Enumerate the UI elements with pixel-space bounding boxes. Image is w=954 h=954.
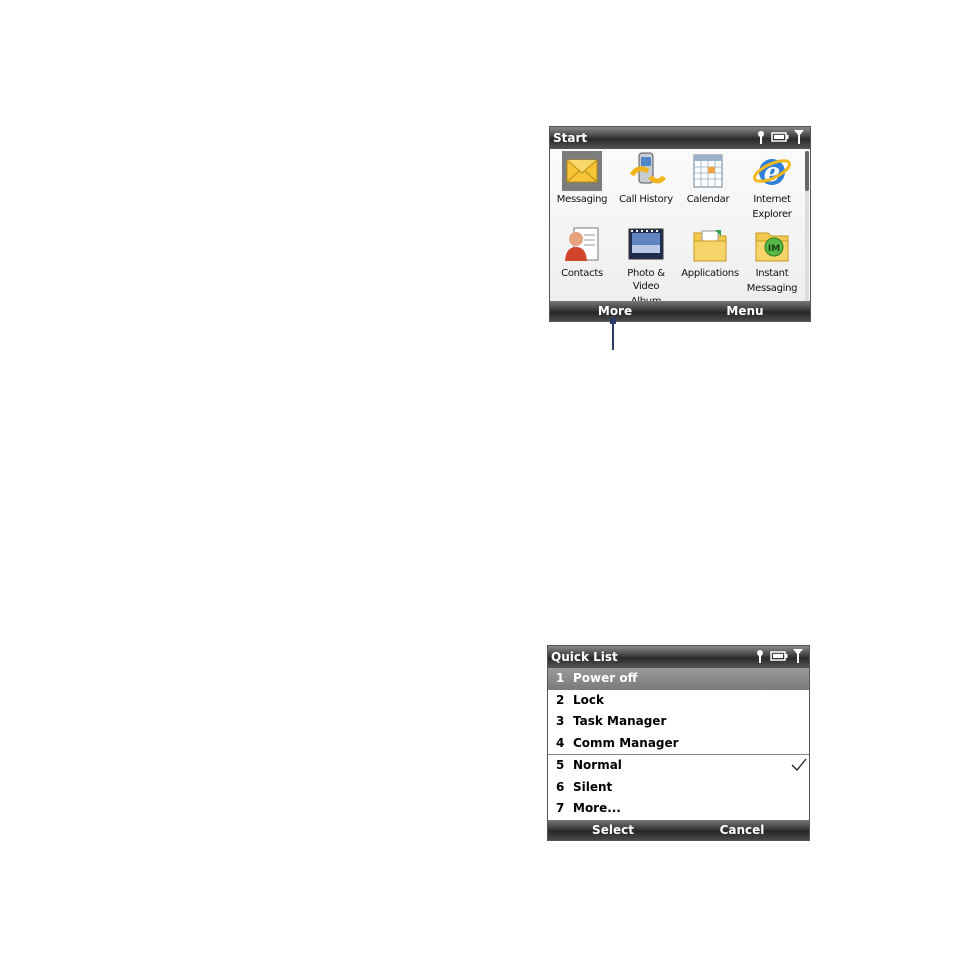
screen-title: Start	[553, 131, 588, 145]
tile-label: Photo & Video	[627, 268, 665, 292]
list-item-normal[interactable]: 5 Normal	[548, 755, 809, 777]
title-bar: Start	[550, 127, 810, 149]
item-label: Normal	[573, 758, 622, 772]
list-item-task-manager[interactable]: 3 Task Manager	[548, 711, 809, 733]
item-number: 1	[556, 671, 565, 685]
softkey-bar: More Menu	[550, 301, 810, 321]
tile-call-history[interactable]: Call History	[614, 151, 678, 208]
item-label: Power off	[573, 671, 638, 685]
calendar-icon	[693, 154, 723, 188]
tile-messaging[interactable]: Messaging	[550, 151, 614, 208]
quick-list: 1 Power off 2 Lock 3 Task Manager 4 Comm…	[548, 668, 809, 822]
internet-explorer-icon: e	[753, 158, 791, 188]
list-item-power-off[interactable]: 1 Power off	[548, 668, 809, 690]
tile-label: Internet	[753, 194, 791, 205]
item-number: 7	[556, 801, 565, 815]
start-screen: Start Messaging Call History Calendar e …	[549, 126, 811, 322]
tile-applications[interactable]: Applications	[678, 225, 742, 282]
scrollbar-thumb[interactable]	[805, 151, 809, 191]
quick-list-screen: Quick List 1 Power off 2 Lock 3 Task Man…	[547, 645, 810, 841]
tile-label: Applications	[681, 268, 739, 279]
tile-instant-messaging[interactable]: IM Instant Messaging	[740, 225, 804, 295]
svg-text:IM: IM	[768, 244, 780, 254]
list-item-lock[interactable]: 2 Lock	[548, 690, 809, 712]
signal-strength-icon	[793, 649, 803, 663]
item-number: 3	[556, 714, 565, 728]
tile-calendar[interactable]: Calendar	[676, 151, 740, 208]
item-number: 5	[556, 758, 565, 772]
signal-antenna-icon	[758, 131, 764, 144]
signal-strength-icon	[794, 130, 804, 144]
photo-video-album-icon	[628, 228, 664, 260]
program-grid: Messaging Call History Calendar e Intern…	[550, 149, 806, 307]
menu-softkey[interactable]: Menu	[690, 301, 800, 321]
tile-label: Messaging	[556, 194, 608, 205]
status-icons	[756, 130, 804, 144]
tile-label: Call History	[619, 194, 673, 205]
select-softkey[interactable]: Select	[558, 820, 668, 840]
tile-photo-video-album[interactable]: Photo & Video Album	[614, 225, 678, 308]
item-label: More...	[573, 801, 621, 815]
applications-folder-icon	[693, 230, 727, 262]
call-history-phone-icon	[629, 152, 666, 184]
item-label: Task Manager	[573, 714, 667, 728]
signal-antenna-icon	[757, 650, 763, 663]
item-label: Comm Manager	[573, 735, 679, 750]
tile-label-line2: Messaging	[746, 283, 798, 294]
item-number: 2	[556, 692, 565, 707]
scrollbar[interactable]	[805, 151, 809, 301]
contacts-icon	[565, 227, 599, 261]
tile-label-line2: Explorer	[752, 209, 792, 220]
softkey-bar: Select Cancel	[548, 820, 809, 840]
tile-internet-explorer[interactable]: e Internet Explorer	[740, 151, 804, 221]
messaging-envelope-icon	[562, 151, 602, 191]
battery-icon	[770, 651, 788, 661]
battery-icon	[771, 132, 789, 142]
tile-label: Contacts	[561, 268, 603, 279]
list-item-comm-manager[interactable]: 4 Comm Manager	[548, 733, 809, 755]
tile-label: Instant	[755, 268, 789, 279]
list-item-more[interactable]: 7 More...	[548, 798, 809, 820]
status-icons	[755, 649, 803, 663]
cancel-softkey[interactable]: Cancel	[687, 820, 797, 840]
callout-line	[612, 320, 614, 350]
screen-title: Quick List	[551, 650, 618, 664]
item-number: 4	[556, 735, 565, 750]
list-item-silent[interactable]: 6 Silent	[548, 777, 809, 799]
tile-label: Calendar	[686, 194, 730, 205]
tile-contacts[interactable]: Contacts	[550, 225, 614, 282]
instant-messaging-folder-icon: IM	[755, 232, 789, 262]
item-label: Silent	[573, 779, 613, 794]
item-number: 6	[556, 779, 565, 794]
checkmark-icon	[791, 758, 807, 771]
item-label: Lock	[573, 692, 604, 707]
title-bar: Quick List	[548, 646, 809, 668]
